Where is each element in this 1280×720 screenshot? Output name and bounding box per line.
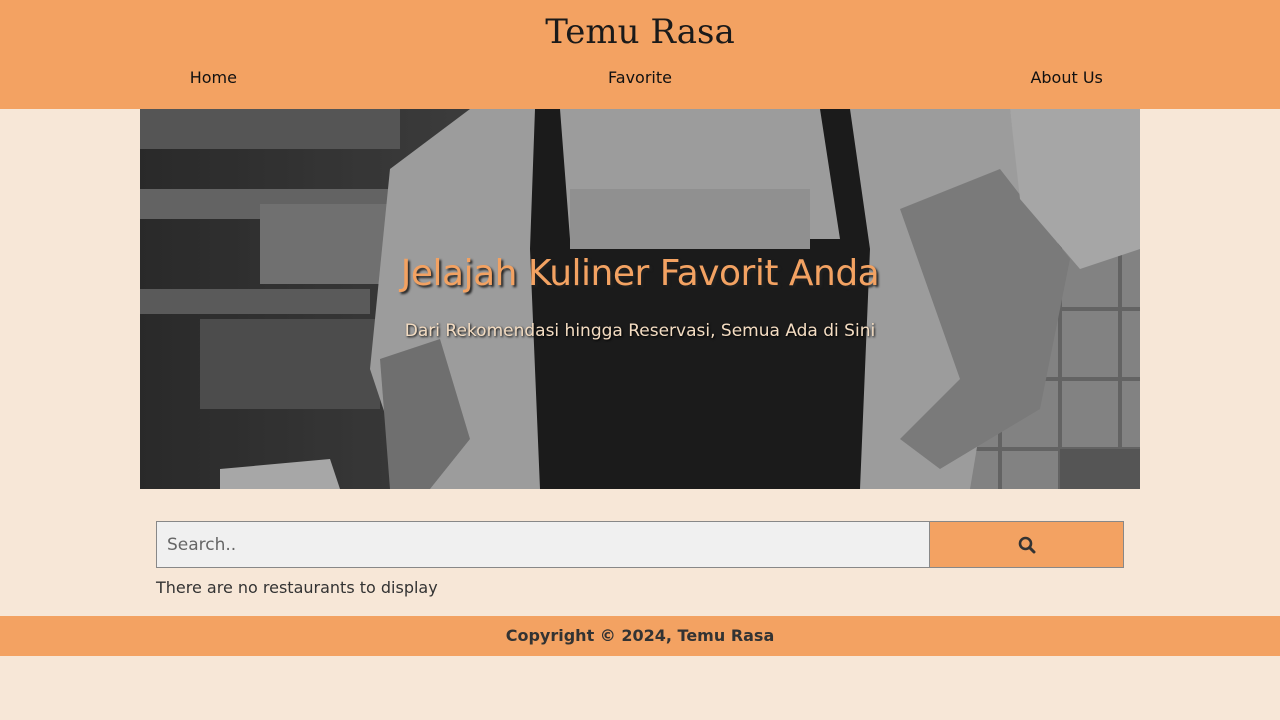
hero-title: Jelajah Kuliner Favorit Anda xyxy=(400,253,880,294)
empty-restaurant-message: There are no restaurants to display xyxy=(156,578,438,597)
hero-text: Jelajah Kuliner Favorit Anda Dari Rekome… xyxy=(140,109,1140,489)
nav-home-link[interactable]: Home xyxy=(0,58,427,98)
search-bar xyxy=(156,521,1124,568)
nav-about-link[interactable]: About Us xyxy=(853,58,1280,98)
site-title: Temu Rasa xyxy=(545,12,735,52)
search-icon xyxy=(1018,536,1035,553)
search-input[interactable] xyxy=(156,521,930,568)
footer-copyright: Copyright © 2024, Temu Rasa xyxy=(505,626,775,645)
main-nav: Home Favorite About Us xyxy=(0,58,1280,98)
site-footer: Copyright © 2024, Temu Rasa xyxy=(0,616,1280,656)
nav-favorite-link[interactable]: Favorite xyxy=(427,58,854,98)
search-button[interactable] xyxy=(930,521,1124,568)
hero-banner: Jelajah Kuliner Favorit Anda Dari Rekome… xyxy=(140,109,1140,489)
site-header: Temu Rasa Home Favorite About Us xyxy=(0,0,1280,109)
hero-subtitle: Dari Rekomendasi hingga Reservasi, Semua… xyxy=(404,321,876,341)
